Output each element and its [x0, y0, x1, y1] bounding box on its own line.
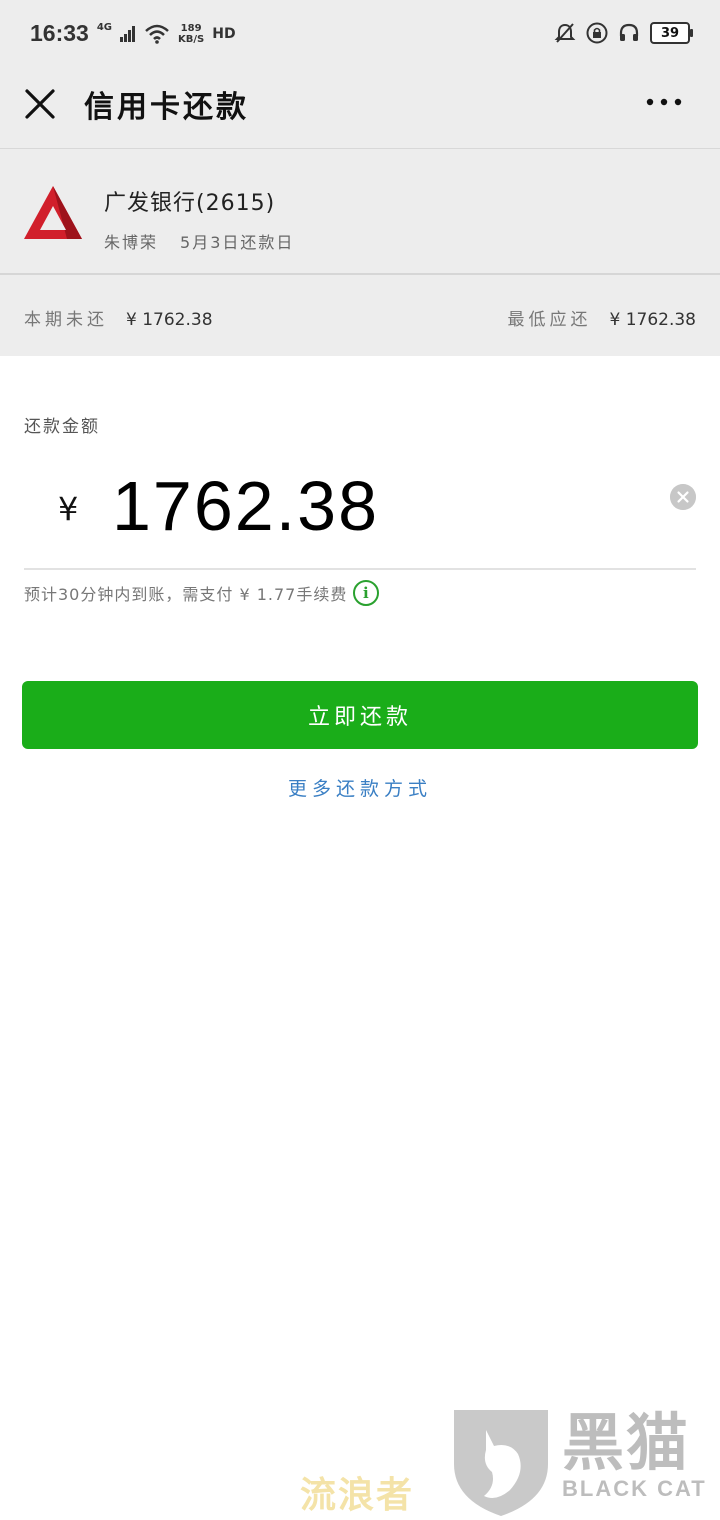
more-icon[interactable]: [644, 92, 684, 112]
info-icon[interactable]: i: [353, 580, 380, 606]
minimum-summary: 最低应还 ¥ 1762.38: [507, 305, 696, 330]
bank-logo: [24, 186, 82, 239]
card-subtitle: 朱博荣 5月3日还款日: [104, 229, 294, 253]
amount-input[interactable]: ¥ 1762.38: [24, 460, 696, 570]
clear-icon[interactable]: [670, 484, 696, 510]
brand-en: BLACK CAT: [562, 1476, 707, 1501]
nav-bar: 信用卡还款: [0, 72, 720, 149]
card-holder: 朱博荣: [104, 233, 159, 252]
brand-cn: 黑猫: [562, 1406, 691, 1479]
status-left: 16:33 4G 189 KB/S HD: [30, 20, 236, 47]
lock-icon: [586, 22, 608, 44]
unpaid-summary: 本期未还 ¥ 1762.38: [24, 305, 213, 330]
watermark-text: 流浪者: [300, 1475, 415, 1516]
network-type: 4G: [96, 22, 112, 33]
mute-icon: [554, 23, 576, 43]
signal-icon: [120, 25, 135, 42]
watermark-brand: 黑猫 BLACK CAT: [562, 1410, 720, 1502]
wifi-icon: [145, 24, 169, 44]
status-bar: 16:33 4G 189 KB/S HD 39: [0, 0, 720, 72]
amount-label: 还款金额: [24, 417, 100, 437]
fee-note: 预计30分钟内到账，需支付 ¥ 1.77手续费 i: [24, 580, 380, 606]
repay-now-button[interactable]: 立即还款: [22, 681, 698, 749]
headphone-icon: [619, 23, 639, 41]
battery-indicator: 39: [650, 22, 693, 44]
fee-note-text: 预计30分钟内到账，需支付 ¥ 1.77手续费: [24, 585, 348, 604]
network-speed: 189 KB/S: [178, 23, 204, 45]
speed-unit: KB/S: [178, 33, 205, 45]
card-info: 广发银行(2615) 朱博荣 5月3日还款日: [0, 149, 720, 275]
currency-symbol: ¥: [58, 490, 79, 528]
bank-name: 广发银行(2615): [104, 191, 276, 216]
unpaid-value: ¥ 1762.38: [126, 310, 213, 330]
status-time: 16:33: [30, 20, 89, 46]
unpaid-label: 本期未还: [24, 310, 108, 330]
black-cat-logo: [454, 1410, 548, 1516]
status-right: 39: [554, 22, 693, 44]
minimum-value: ¥ 1762.38: [609, 310, 696, 330]
more-methods-link[interactable]: 更多还款方式: [0, 774, 720, 801]
bill-summary: 本期未还 ¥ 1762.38 最低应还 ¥ 1762.38: [0, 275, 720, 356]
speed-value: 189: [180, 22, 202, 34]
close-icon[interactable]: [22, 86, 58, 122]
minimum-label: 最低应还: [507, 310, 592, 330]
due-date: 5月3日还款日: [180, 233, 295, 252]
amount-value[interactable]: 1762.38: [112, 466, 379, 546]
page-title: 信用卡还款: [84, 90, 249, 125]
hd-indicator: HD: [212, 25, 236, 42]
